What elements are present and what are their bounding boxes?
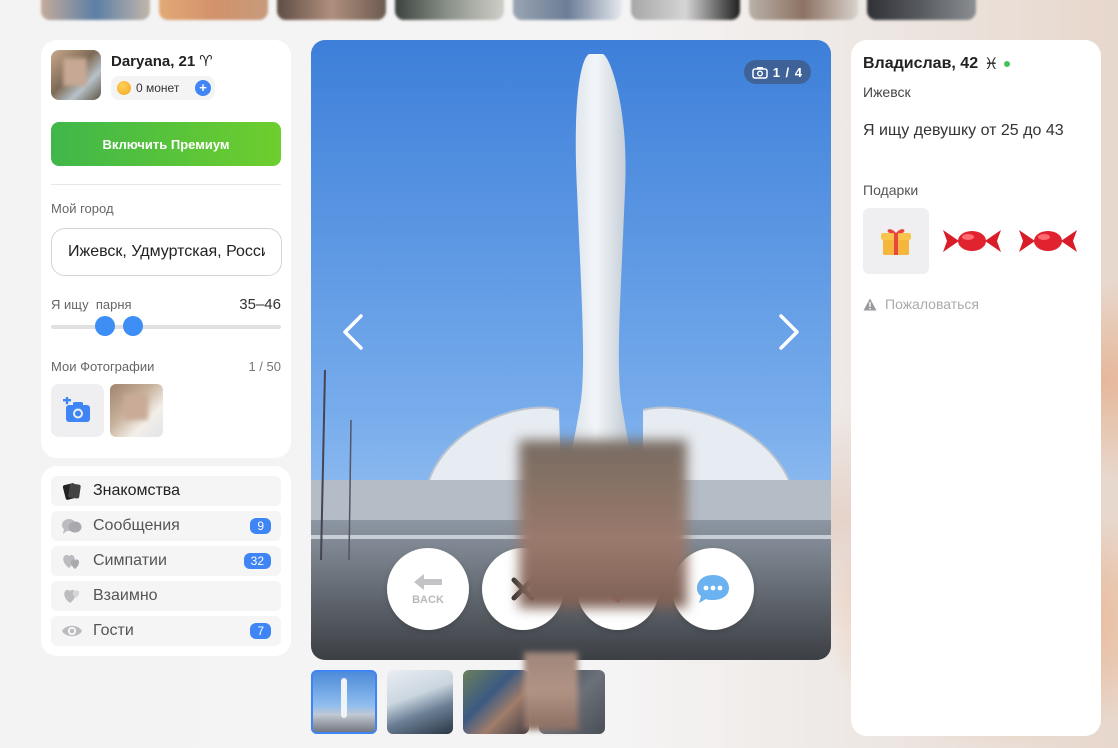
my-photo-thumb[interactable] [110, 384, 163, 437]
my-name: Daryana, 21 ♈ [111, 53, 213, 70]
top-profile-thumb[interactable] [749, 0, 858, 20]
camera-icon [751, 66, 768, 79]
add-photo-icon [62, 396, 90, 422]
photo-thumbnail[interactable] [463, 670, 529, 734]
zodiac-pisces-icon: ♓ [984, 56, 999, 73]
back-button[interactable]: BACK [387, 548, 469, 630]
add-photo-button[interactable] [51, 384, 104, 437]
nav-item-messages[interactable]: Сообщения 9 [51, 511, 281, 541]
age-range-slider[interactable] [51, 316, 281, 336]
nav-item-label: Сообщения [93, 517, 180, 534]
divider [51, 184, 281, 185]
prev-photo-button[interactable] [333, 310, 373, 354]
warning-icon [863, 298, 877, 310]
my-avatar[interactable] [51, 50, 101, 100]
coins-label: 0 монет [136, 81, 180, 95]
photo-counter-text: 1 / 4 [772, 64, 803, 80]
nav-item-likes[interactable]: Симпатии 32 [51, 546, 281, 576]
nav-item-label: Гости [93, 622, 134, 639]
city-input[interactable] [51, 228, 282, 276]
top-profile-thumb[interactable] [277, 0, 386, 20]
hearts-icon [61, 551, 83, 571]
age-min-handle[interactable] [95, 316, 115, 336]
profile-seeking: Я ищу девушку от 25 до 43 [863, 122, 1064, 139]
profile-name: Владислав, 42 ♓ [863, 54, 1089, 74]
zodiac-aries-icon: ♈ [199, 53, 213, 70]
premium-button[interactable]: Включить Премиум [51, 122, 281, 166]
profile-details-card: Владислав, 42 ♓ Ижевск Я ищу девушку от … [851, 40, 1101, 736]
my-profile-header: Daryana, 21 ♈ 0 монет + [51, 50, 281, 100]
online-status-dot [1004, 61, 1011, 67]
nav-item-guests[interactable]: Гости 7 [51, 616, 281, 646]
my-profile-card: Daryana, 21 ♈ 0 монет + Включить Премиум … [41, 40, 291, 458]
candy-icon [1019, 230, 1077, 252]
nav-item-label: Знакомства [93, 482, 181, 499]
my-photos-count: 1 / 50 [248, 359, 281, 374]
nav-item-label: Взаимно [93, 587, 158, 604]
guests-badge: 7 [250, 623, 271, 639]
face-blur-overlay [524, 652, 578, 730]
photo-counter: 1 / 4 [743, 60, 811, 84]
report-button[interactable]: Пожаловаться [863, 296, 1089, 312]
top-profile-thumb[interactable] [41, 0, 150, 20]
top-profile-thumb[interactable] [867, 0, 976, 20]
main-nav: Знакомства Сообщения 9 Симпатии 32 Взаим… [41, 466, 291, 656]
profile-photo-viewer[interactable]: 1 / 4 BACK [311, 40, 831, 660]
send-gift-button[interactable] [863, 208, 929, 274]
gift-box-icon [881, 229, 911, 255]
report-label: Пожаловаться [885, 296, 980, 312]
coins-balance[interactable]: 0 монет + [111, 76, 215, 100]
face-blur-overlay [519, 440, 687, 608]
top-profile-thumb[interactable] [159, 0, 268, 20]
coin-icon [117, 81, 131, 95]
top-profiles-strip [41, 0, 976, 20]
seek-label: Я ищу парня [51, 297, 132, 312]
chat-bubbles-icon [61, 516, 83, 536]
age-max-handle[interactable] [123, 316, 143, 336]
add-coins-button[interactable]: + [195, 80, 211, 96]
gifts-row [863, 208, 1089, 274]
nav-item-mutual[interactable]: Взаимно [51, 581, 281, 611]
nav-item-dating[interactable]: Знакомства [51, 476, 281, 506]
chevron-left-icon [343, 314, 363, 350]
next-photo-button[interactable] [769, 310, 809, 354]
city-label: Мой город [51, 201, 114, 216]
cards-icon [61, 481, 83, 501]
nav-item-label: Симпатии [93, 552, 167, 569]
photo-thumbnail[interactable] [387, 670, 453, 734]
my-photos-label: Мои Фотографии [51, 359, 155, 374]
chat-dots-icon [697, 575, 729, 603]
profile-city: Ижевск [863, 84, 911, 100]
photo-thumbnail[interactable] [311, 670, 377, 734]
likes-badge: 32 [243, 553, 271, 569]
top-profile-thumb[interactable] [631, 0, 740, 20]
received-gift[interactable] [939, 208, 1005, 274]
messages-badge: 9 [250, 518, 271, 534]
back-label: BACK [412, 594, 444, 606]
back-arrow-icon [414, 574, 442, 590]
age-range-value: 35–46 [239, 296, 281, 313]
chevron-right-icon [779, 314, 799, 350]
eye-icon [61, 621, 83, 641]
top-profile-thumb[interactable] [513, 0, 622, 20]
gifts-title: Подарки [863, 182, 919, 198]
received-gift[interactable] [1015, 208, 1081, 274]
candy-icon [943, 230, 1001, 252]
top-profile-thumb[interactable] [395, 0, 504, 20]
mutual-hearts-icon [61, 586, 83, 606]
